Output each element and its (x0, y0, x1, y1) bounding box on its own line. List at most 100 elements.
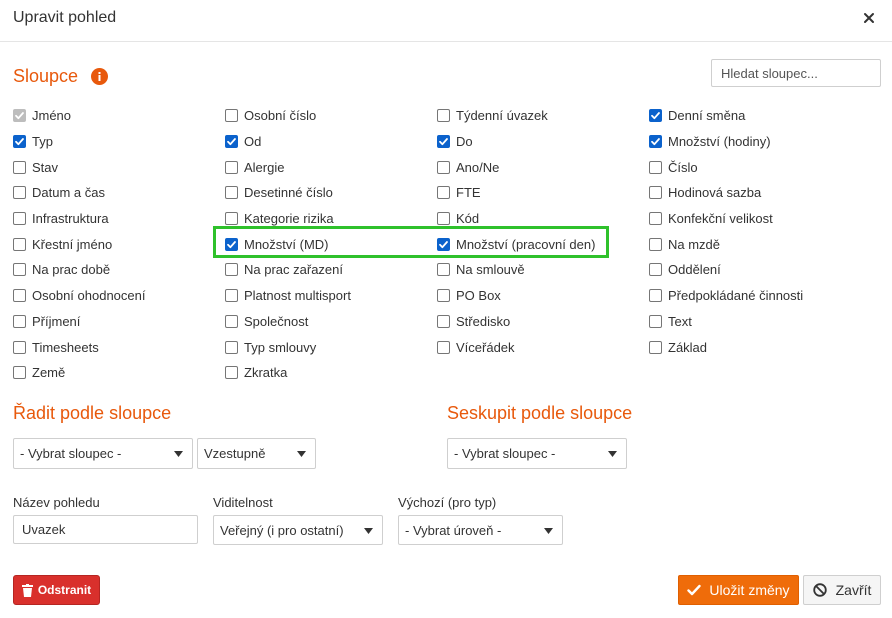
checkbox[interactable] (649, 135, 662, 149)
sort-direction-select[interactable]: Vzestupně (197, 438, 316, 469)
column-checkbox-item[interactable]: Stav (13, 154, 225, 180)
column-checkbox-item[interactable]: Kód (437, 206, 649, 232)
checkbox[interactable] (649, 314, 662, 328)
column-checkbox-item[interactable]: Země (13, 360, 225, 386)
column-checkbox-item[interactable]: Oddělení (649, 257, 861, 283)
checkbox[interactable] (649, 186, 662, 200)
checkbox[interactable] (225, 186, 238, 200)
checkbox[interactable] (225, 109, 238, 123)
checkbox[interactable] (13, 366, 26, 380)
checkbox[interactable] (225, 314, 238, 328)
checkbox[interactable] (437, 237, 450, 251)
checkbox[interactable] (437, 160, 450, 174)
checkbox[interactable] (13, 212, 26, 226)
column-checkbox-item[interactable]: Alergie (225, 154, 437, 180)
column-checkbox-item[interactable]: Do (437, 129, 649, 155)
column-checkbox-item[interactable]: Text (649, 309, 861, 335)
group-column-select[interactable]: - Vybrat sloupec - (447, 438, 627, 469)
column-checkbox-item[interactable]: Typ smlouvy (225, 334, 437, 360)
column-checkbox-item[interactable]: Víceřádek (437, 334, 649, 360)
checkbox-label: Společnost (244, 313, 309, 329)
checkbox[interactable] (437, 135, 450, 149)
checkbox-label: Timesheets (32, 339, 99, 355)
checkbox[interactable] (437, 263, 450, 277)
column-checkbox-item[interactable]: Na prac době (13, 257, 225, 283)
checkbox[interactable] (225, 160, 238, 174)
checkbox[interactable] (225, 237, 238, 251)
checkbox[interactable] (437, 314, 450, 328)
checkbox[interactable] (13, 289, 26, 303)
delete-button[interactable]: Odstranit (13, 575, 100, 605)
column-checkbox-item[interactable]: Množství (pracovní den) (437, 231, 649, 257)
column-checkbox-item[interactable]: Společnost (225, 309, 437, 335)
checkbox[interactable] (649, 212, 662, 226)
checkbox[interactable] (649, 263, 662, 277)
visibility-select[interactable]: Veřejný (i pro ostatní) (213, 515, 383, 545)
column-checkbox-item[interactable]: Konfekční velikost (649, 206, 861, 232)
column-checkbox-item[interactable]: Týdenní úvazek (437, 103, 649, 129)
column-checkbox-item[interactable]: Jméno (13, 103, 225, 129)
checkbox-label: Kategorie rizika (244, 211, 334, 227)
checkbox[interactable] (225, 135, 238, 149)
column-checkbox-item[interactable]: Desetinné číslo (225, 180, 437, 206)
column-checkbox-item[interactable]: Předpokládané činnosti (649, 283, 861, 309)
checkbox-label: PO Box (456, 288, 501, 304)
info-icon[interactable] (91, 68, 108, 85)
column-checkbox-item[interactable]: Příjmení (13, 309, 225, 335)
column-checkbox-item[interactable]: Křestní jméno (13, 231, 225, 257)
column-checkbox-item[interactable]: Denní směna (649, 103, 861, 129)
checkbox[interactable] (649, 289, 662, 303)
column-checkbox-item[interactable]: Na mzdě (649, 231, 861, 257)
column-checkbox-item[interactable]: Datum a čas (13, 180, 225, 206)
close-button[interactable]: Zavřít (803, 575, 881, 605)
sort-column-select[interactable]: - Vybrat sloupec - (13, 438, 193, 469)
column-checkbox-item[interactable]: Infrastruktura (13, 206, 225, 232)
column-checkbox-item[interactable]: Osobní číslo (225, 103, 437, 129)
sort-column-select-value: - Vybrat sloupec - (20, 446, 122, 461)
column-checkbox-item[interactable]: Na prac zařazení (225, 257, 437, 283)
column-checkbox-item[interactable]: Osobní ohodnocení (13, 283, 225, 309)
checkbox[interactable] (649, 109, 662, 123)
checkbox[interactable] (225, 289, 238, 303)
save-button[interactable]: Uložit změny (678, 575, 799, 605)
column-checkbox-item[interactable]: FTE (437, 180, 649, 206)
checkbox[interactable] (13, 237, 26, 251)
column-search-input[interactable] (711, 59, 881, 87)
column-checkbox-item[interactable]: Timesheets (13, 334, 225, 360)
checkbox[interactable] (13, 340, 26, 354)
checkbox[interactable] (225, 263, 238, 277)
column-checkbox-item[interactable]: Na smlouvě (437, 257, 649, 283)
close-icon[interactable] (862, 10, 876, 26)
checkbox[interactable] (437, 289, 450, 303)
column-checkbox-item[interactable]: Hodinová sazba (649, 180, 861, 206)
checkbox[interactable] (225, 366, 238, 380)
checkbox[interactable] (13, 263, 26, 277)
column-checkbox-item[interactable]: PO Box (437, 283, 649, 309)
default-for-type-select[interactable]: - Vybrat úroveň - (398, 515, 563, 545)
checkbox[interactable] (13, 135, 26, 149)
checkbox[interactable] (13, 186, 26, 200)
checkbox[interactable] (649, 160, 662, 174)
checkbox[interactable] (437, 212, 450, 226)
column-checkbox-item[interactable]: Množství (MD) (225, 231, 437, 257)
column-checkbox-item[interactable]: Ano/Ne (437, 154, 649, 180)
column-checkbox-item[interactable]: Typ (13, 129, 225, 155)
checkbox[interactable] (225, 340, 238, 354)
checkbox[interactable] (437, 186, 450, 200)
column-checkbox-item[interactable]: Základ (649, 334, 861, 360)
column-checkbox-item[interactable]: Středisko (437, 309, 649, 335)
checkbox[interactable] (649, 237, 662, 251)
column-checkbox-item[interactable]: Kategorie rizika (225, 206, 437, 232)
checkbox[interactable] (225, 212, 238, 226)
checkbox[interactable] (437, 109, 450, 123)
column-checkbox-item[interactable]: Zkratka (225, 360, 437, 386)
column-checkbox-item[interactable]: Od (225, 129, 437, 155)
column-checkbox-item[interactable]: Množství (hodiny) (649, 129, 861, 155)
column-checkbox-item[interactable]: Číslo (649, 154, 861, 180)
checkbox[interactable] (649, 340, 662, 354)
column-checkbox-item[interactable]: Platnost multisport (225, 283, 437, 309)
checkbox[interactable] (13, 160, 26, 174)
checkbox[interactable] (437, 340, 450, 354)
checkbox[interactable] (13, 314, 26, 328)
view-name-input[interactable] (13, 515, 198, 544)
